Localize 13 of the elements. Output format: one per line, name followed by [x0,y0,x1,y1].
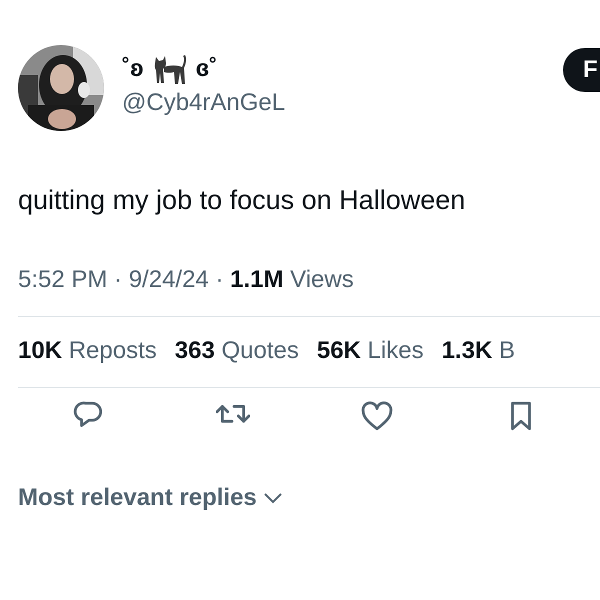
chevron-icon [262,492,283,504]
tweet-timestamp: 5:52 PM · 9/24/24 · 1.1M Views [18,266,355,294]
stat-count[interactable]: 56K Likes [316,337,424,365]
display-name: ɞ˚ [196,55,218,83]
heart-icon[interactable] [360,400,394,432]
stat-count[interactable]: 10K Reposts [18,337,157,365]
username: @Cyb4rAnGeL [122,89,286,117]
tweet-text: quitting my job to focus on Halloween [18,185,466,216]
display-name: ˚ʚ [122,55,144,83]
stat-count[interactable]: 363 Quotes [174,337,299,365]
follow-button[interactable]: F [563,48,600,92]
reply-sort-dropdown[interactable]: Most relevant replies [18,484,283,512]
stat-count[interactable]: 1.3K B [442,337,515,365]
